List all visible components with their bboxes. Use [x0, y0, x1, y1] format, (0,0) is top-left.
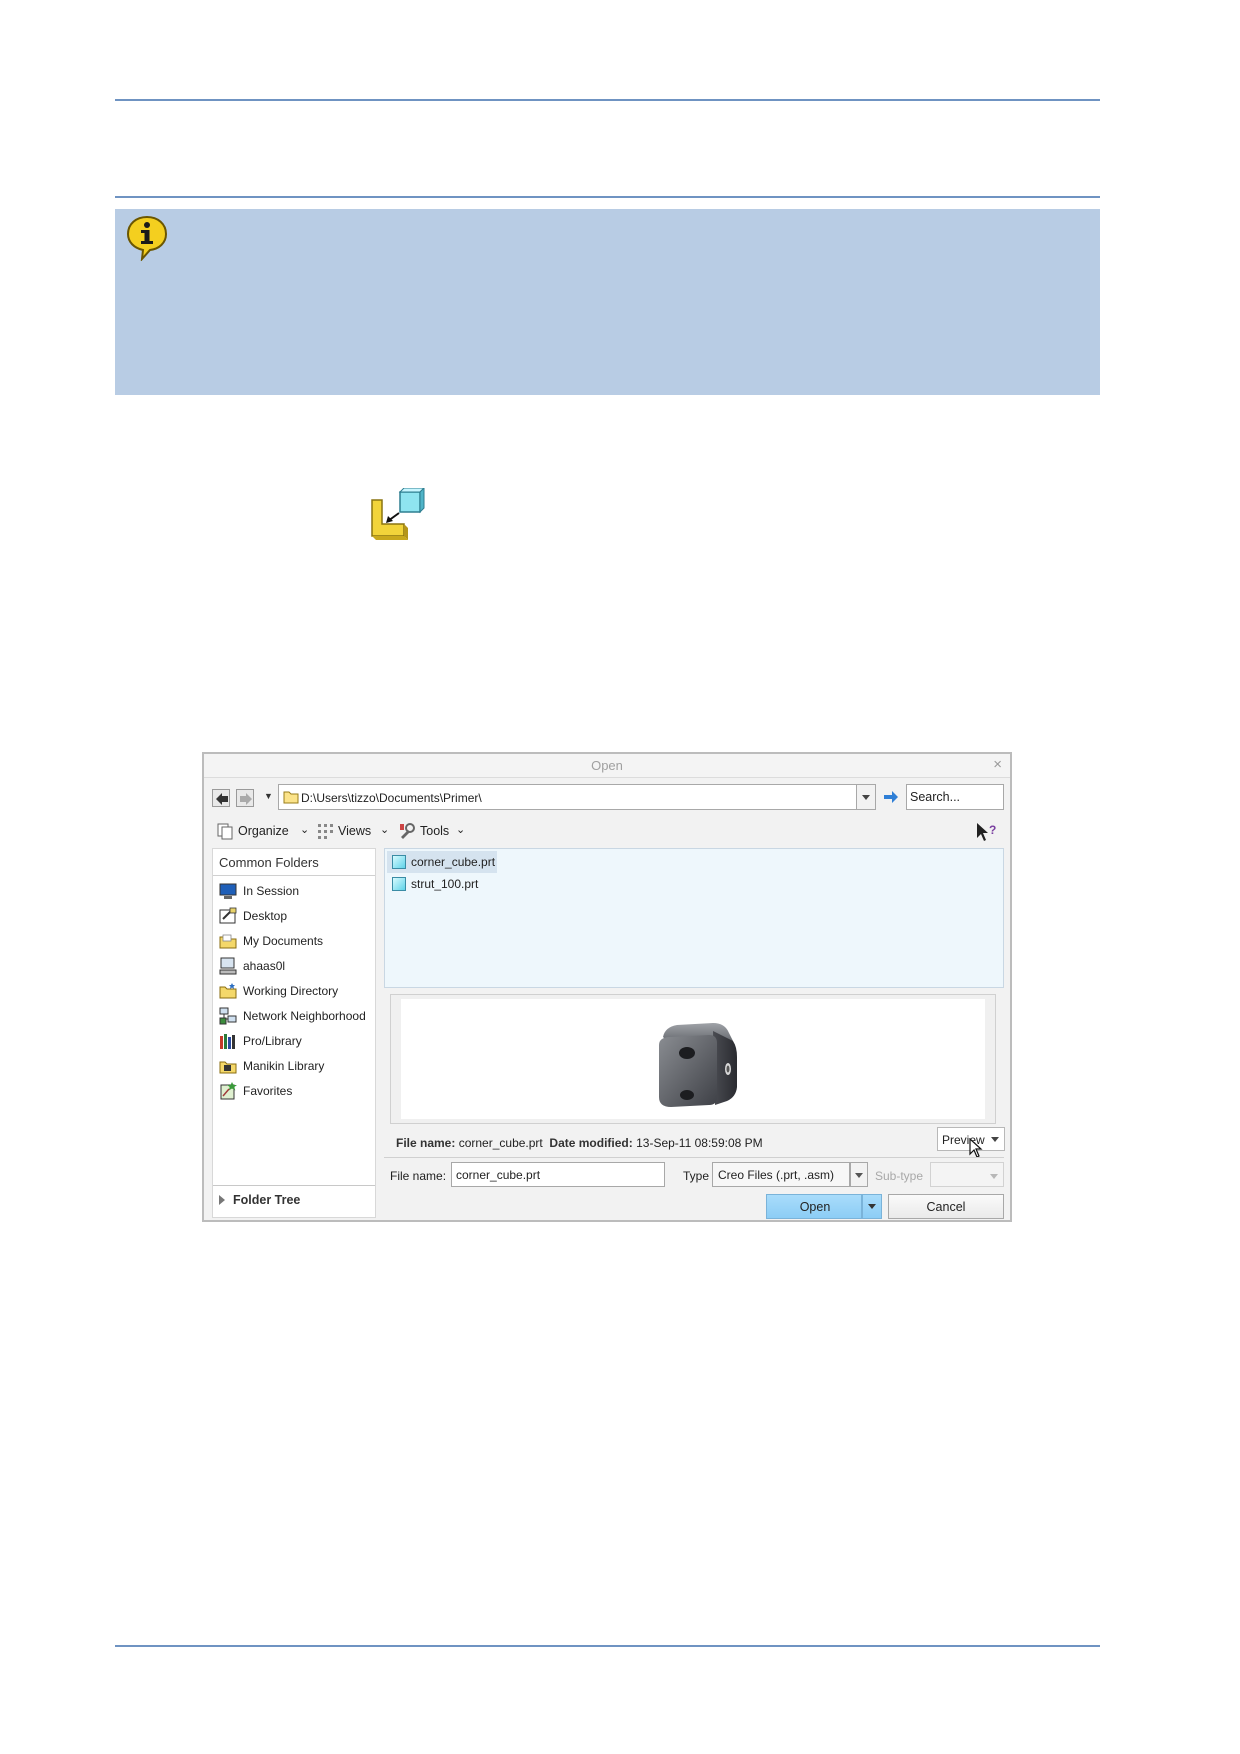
dialog-titlebar: Open × — [204, 754, 1010, 778]
assembly-icon — [371, 488, 425, 540]
file-list: corner_cube.prt strut_100.prt — [384, 848, 1004, 988]
sidebar-item-pro-library[interactable]: Pro/Library — [219, 1031, 375, 1051]
sidebar-item-desktop[interactable]: Desktop — [219, 906, 375, 926]
expand-triangle-icon — [219, 1195, 225, 1205]
manikin-library-icon — [219, 1061, 237, 1074]
file-info-bar: File name: corner_cube.prt Date modified… — [396, 1136, 763, 1150]
path-dropdown-button[interactable] — [856, 784, 876, 810]
header-rule-secondary — [115, 196, 1100, 198]
type-dropdown-button[interactable] — [850, 1162, 868, 1187]
cancel-button[interactable]: Cancel — [888, 1194, 1004, 1219]
common-folders-heading: Common Folders — [219, 855, 319, 870]
back-button[interactable] — [212, 789, 230, 807]
path-text: D:\Users\tizzo\Documents\Primer\ — [301, 791, 482, 805]
back-arrow-icon — [216, 793, 228, 805]
file-name-input[interactable] — [451, 1162, 665, 1187]
sidebar: Common Folders In Session Desktop My Doc… — [212, 848, 376, 1218]
header-rule — [115, 99, 1100, 101]
open-options-dropdown[interactable] — [862, 1194, 882, 1219]
favorites-icon — [220, 1082, 237, 1100]
folder-tree-toggle[interactable]: Folder Tree — [219, 1193, 300, 1207]
working-directory-icon — [219, 983, 237, 999]
mouse-cursor-icon — [969, 1138, 983, 1158]
dialog-title: Open — [591, 758, 623, 773]
info-note-box — [115, 209, 1100, 395]
chevron-down-icon: ⌄ — [380, 824, 390, 836]
search-field[interactable] — [906, 784, 1004, 810]
type-label: Type — [683, 1169, 710, 1183]
info-icon — [126, 215, 168, 261]
part-file-icon — [392, 855, 406, 869]
monitor-icon — [219, 883, 237, 899]
svg-text:?: ? — [989, 823, 996, 837]
preview-canvas — [401, 999, 985, 1119]
sidebar-item-network-neighborhood[interactable]: Network Neighborhood — [219, 1006, 375, 1026]
type-select[interactable]: Creo Files (.prt, .asm) — [712, 1162, 850, 1187]
preview-pane — [390, 994, 996, 1124]
path-field[interactable]: D:\Users\tizzo\Documents\Primer\ — [278, 784, 876, 810]
chevron-down-icon: ⌄ — [300, 824, 310, 836]
go-arrow-icon — [884, 791, 898, 803]
divider — [213, 875, 375, 876]
forward-arrow-icon — [240, 793, 252, 805]
subtype-label: Sub-type — [875, 1169, 924, 1183]
search-input[interactable] — [907, 785, 1003, 809]
desktop-icon — [219, 907, 237, 924]
folder-icon — [283, 791, 299, 804]
my-documents-icon — [219, 934, 237, 949]
sidebar-item-manikin-library[interactable]: Manikin Library — [219, 1056, 375, 1076]
chevron-down-icon — [991, 1137, 999, 1142]
sidebar-item-my-documents[interactable]: My Documents — [219, 931, 375, 951]
sidebar-item-working-directory[interactable]: Working Directory — [219, 981, 375, 1001]
divider — [384, 1157, 1004, 1158]
history-dropdown-icon[interactable]: ▼ — [264, 791, 273, 801]
organize-icon — [217, 823, 233, 840]
part-file-icon — [392, 877, 406, 891]
chevron-down-icon: ⌄ — [456, 824, 466, 836]
help-icon[interactable]: ? — [976, 822, 998, 842]
subtype-select[interactable] — [930, 1162, 1004, 1187]
close-icon[interactable]: × — [993, 756, 1002, 773]
go-button[interactable] — [880, 784, 902, 810]
library-icon — [220, 1034, 235, 1049]
file-row-strut-100[interactable]: strut_100.prt — [387, 873, 497, 895]
divider — [213, 1185, 375, 1186]
sidebar-item-in-session[interactable]: In Session — [219, 881, 375, 901]
open-button[interactable]: Open — [766, 1194, 862, 1219]
open-dialog: Open × ▼ D:\Users\tizzo\Documents\Primer… — [202, 752, 1012, 1222]
footer-rule — [115, 1645, 1100, 1647]
sidebar-item-favorites[interactable]: Favorites — [219, 1081, 375, 1101]
views-icon — [318, 824, 333, 839]
file-row-corner-cube[interactable]: corner_cube.prt — [387, 851, 497, 873]
corner-cube-preview-image — [659, 1023, 737, 1107]
network-icon — [219, 1007, 237, 1025]
file-name-label: File name: — [390, 1169, 447, 1183]
tools-icon — [400, 823, 415, 839]
forward-button[interactable] — [236, 789, 254, 807]
computer-icon — [219, 957, 237, 975]
sidebar-item-ahaas0l[interactable]: ahaas0l — [219, 956, 375, 976]
